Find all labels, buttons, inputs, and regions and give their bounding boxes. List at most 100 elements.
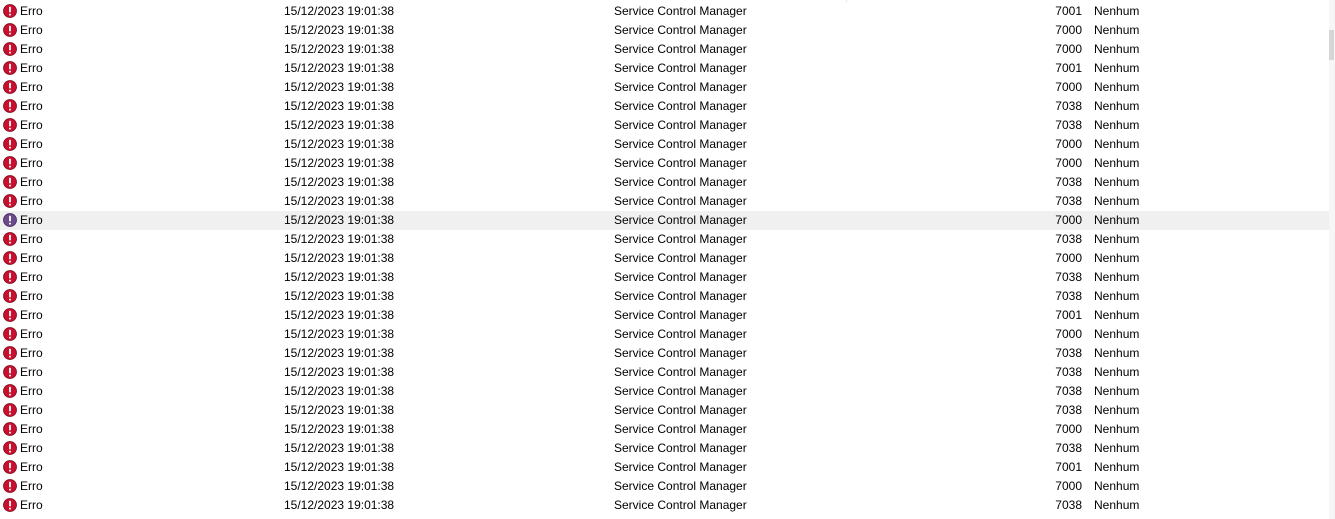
task-category-cell: Nenhum <box>1094 194 1140 208</box>
level-label: Erro <box>20 327 43 341</box>
event-id-cell: 7001 <box>1055 4 1082 18</box>
level-label: Erro <box>20 137 43 151</box>
datetime-cell: 15/12/2023 19:01:38 <box>284 118 395 132</box>
level-label: Erro <box>20 42 43 56</box>
event-id-cell: 7001 <box>1055 460 1082 474</box>
scrollbar-thumb[interactable] <box>1329 30 1334 60</box>
datetime-cell: 15/12/2023 19:01:38 <box>284 460 395 474</box>
datetime-cell: 15/12/2023 19:01:38 <box>284 289 395 303</box>
event-row[interactable]: Erro 15/12/2023 19:01:38 Service Control… <box>0 59 1329 78</box>
event-row[interactable]: Erro 15/12/2023 19:01:38 Service Control… <box>0 401 1329 420</box>
event-row[interactable]: Erro 15/12/2023 19:01:38 Service Control… <box>0 78 1329 97</box>
event-row[interactable]: Erro 15/12/2023 19:01:38 Service Control… <box>0 135 1329 154</box>
event-row[interactable]: Erro 15/12/2023 19:01:38 Service Control… <box>0 458 1329 477</box>
event-id-cell: 7038 <box>1055 175 1082 189</box>
task-category-cell: Nenhum <box>1094 99 1140 113</box>
level-label: Erro <box>20 365 43 379</box>
event-row[interactable]: Erro 15/12/2023 19:01:38 Service Control… <box>0 325 1329 344</box>
event-row[interactable]: Erro 15/12/2023 19:01:38 Service Control… <box>0 40 1329 59</box>
event-id-cell: 7000 <box>1055 213 1082 227</box>
event-row[interactable]: Erro 15/12/2023 19:01:38 Service Control… <box>0 382 1329 401</box>
event-row[interactable]: Erro 15/12/2023 19:01:38 Service Control… <box>0 344 1329 363</box>
event-row[interactable]: Erro 15/12/2023 19:01:38 Service Control… <box>0 420 1329 439</box>
datetime-cell: 15/12/2023 19:01:38 <box>284 327 395 341</box>
error-icon <box>3 137 17 151</box>
error-icon <box>3 346 17 360</box>
datetime-cell: 15/12/2023 19:01:38 <box>284 232 395 246</box>
level-label: Erro <box>20 403 43 417</box>
event-row[interactable]: Erro 15/12/2023 19:01:38 Service Control… <box>0 116 1329 135</box>
event-id-cell: 7000 <box>1055 42 1082 56</box>
event-row[interactable]: Erro 15/12/2023 19:01:38 Service Control… <box>0 268 1329 287</box>
datetime-cell: 15/12/2023 19:01:38 <box>284 498 395 512</box>
event-row[interactable]: Erro 15/12/2023 19:01:38 Service Control… <box>0 477 1329 496</box>
level-label: Erro <box>20 23 43 37</box>
datetime-cell: 15/12/2023 19:01:38 <box>284 270 395 284</box>
task-category-cell: Nenhum <box>1094 308 1140 322</box>
event-row[interactable]: Erro 15/12/2023 19:01:38 Service Control… <box>0 154 1329 173</box>
task-category-cell: Nenhum <box>1094 23 1140 37</box>
event-row[interactable]: Erro 15/12/2023 19:01:38 Service Control… <box>0 287 1329 306</box>
event-list[interactable]: Erro 15/12/2023 19:01:38 Service Control… <box>0 2 1329 515</box>
datetime-cell: 15/12/2023 19:01:38 <box>284 137 395 151</box>
event-row[interactable]: Erro 15/12/2023 19:01:38 Service Control… <box>0 363 1329 382</box>
source-cell: Service Control Manager <box>614 232 747 246</box>
event-id-cell: 7001 <box>1055 61 1082 75</box>
event-row[interactable]: Erro 15/12/2023 19:01:38 Service Control… <box>0 439 1329 458</box>
event-row[interactable]: Erro 15/12/2023 19:01:38 Service Control… <box>0 21 1329 40</box>
event-row[interactable]: Erro 15/12/2023 19:01:38 Service Control… <box>0 306 1329 325</box>
error-icon <box>3 460 17 474</box>
event-id-cell: 7038 <box>1055 498 1082 512</box>
source-cell: Service Control Manager <box>614 213 747 227</box>
error-icon <box>3 194 17 208</box>
level-label: Erro <box>20 289 43 303</box>
source-cell: Service Control Manager <box>614 61 747 75</box>
event-row[interactable]: Erro 15/12/2023 19:01:38 Service Control… <box>0 192 1329 211</box>
level-label: Erro <box>20 80 43 94</box>
task-category-cell: Nenhum <box>1094 346 1140 360</box>
task-category-cell: Nenhum <box>1094 4 1140 18</box>
task-category-cell: Nenhum <box>1094 460 1140 474</box>
source-cell: Service Control Manager <box>614 251 747 265</box>
level-label: Erro <box>20 441 43 455</box>
level-label: Erro <box>20 175 43 189</box>
task-category-cell: Nenhum <box>1094 156 1140 170</box>
datetime-cell: 15/12/2023 19:01:38 <box>284 441 395 455</box>
task-category-cell: Nenhum <box>1094 422 1140 436</box>
error-icon <box>3 213 17 227</box>
source-cell: Service Control Manager <box>614 270 747 284</box>
error-icon <box>3 175 17 189</box>
source-cell: Service Control Manager <box>614 289 747 303</box>
datetime-cell: 15/12/2023 19:01:38 <box>284 365 395 379</box>
event-row[interactable]: Erro 15/12/2023 19:01:38 Service Control… <box>0 173 1329 192</box>
event-id-cell: 7038 <box>1055 289 1082 303</box>
source-cell: Service Control Manager <box>614 346 747 360</box>
source-cell: Service Control Manager <box>614 327 747 341</box>
source-cell: Service Control Manager <box>614 479 747 493</box>
event-id-cell: 7001 <box>1055 308 1082 322</box>
task-category-cell: Nenhum <box>1094 270 1140 284</box>
event-row[interactable]: Erro 15/12/2023 19:01:38 Service Control… <box>0 249 1329 268</box>
datetime-cell: 15/12/2023 19:01:38 <box>284 213 395 227</box>
event-id-cell: 7000 <box>1055 137 1082 151</box>
level-label: Erro <box>20 308 43 322</box>
source-cell: Service Control Manager <box>614 422 747 436</box>
datetime-cell: 15/12/2023 19:01:38 <box>284 99 395 113</box>
error-icon <box>3 479 17 493</box>
level-label: Erro <box>20 498 43 512</box>
event-row[interactable]: Erro 15/12/2023 19:01:38 Service Control… <box>0 2 1329 21</box>
level-label: Erro <box>20 479 43 493</box>
event-row[interactable]: Erro 15/12/2023 19:01:38 Service Control… <box>0 211 1329 230</box>
error-icon <box>3 365 17 379</box>
event-row[interactable]: Erro 15/12/2023 19:01:38 Service Control… <box>0 496 1329 515</box>
event-row[interactable]: Erro 15/12/2023 19:01:38 Service Control… <box>0 230 1329 249</box>
event-row[interactable]: Erro 15/12/2023 19:01:38 Service Control… <box>0 97 1329 116</box>
task-category-cell: Nenhum <box>1094 61 1140 75</box>
source-cell: Service Control Manager <box>614 308 747 322</box>
vertical-scrollbar[interactable] <box>1329 0 1335 519</box>
event-id-cell: 7000 <box>1055 251 1082 265</box>
datetime-cell: 15/12/2023 19:01:38 <box>284 4 395 18</box>
level-label: Erro <box>20 251 43 265</box>
task-category-cell: Nenhum <box>1094 403 1140 417</box>
source-cell: Service Control Manager <box>614 118 747 132</box>
